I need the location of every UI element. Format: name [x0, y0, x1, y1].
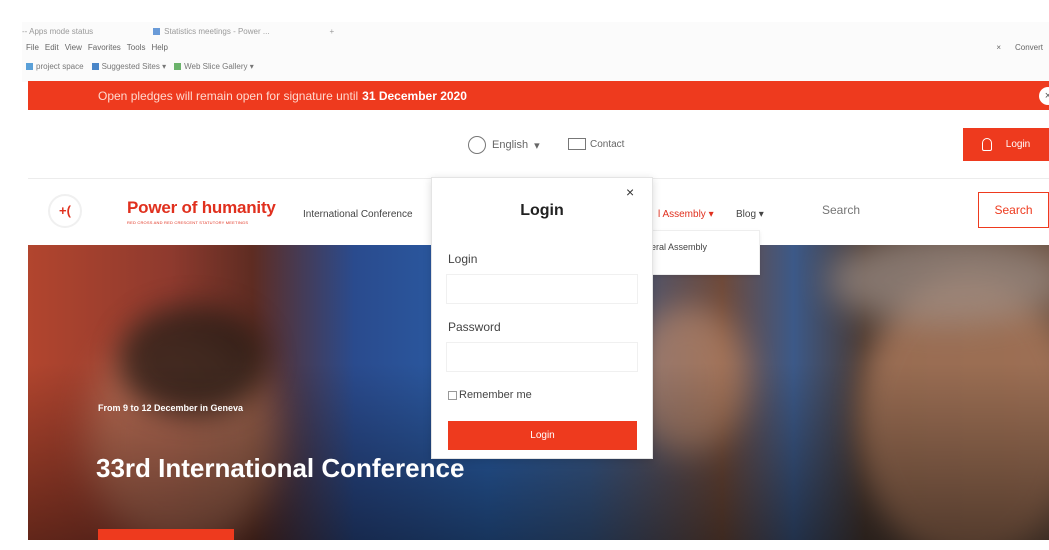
menu-view[interactable]: View — [65, 43, 82, 52]
nav-international-conference[interactable]: International Conference — [303, 209, 413, 220]
envelope-icon — [568, 138, 586, 150]
close-icon[interactable]: × — [626, 184, 634, 200]
favorite-label: Web Slice Gallery ▾ — [184, 62, 254, 71]
logo-emblem[interactable]: +( — [48, 194, 82, 228]
tab-label: Statistics meetings - Power ... — [164, 26, 270, 36]
login-label: Login — [1005, 139, 1031, 150]
user-icon — [981, 138, 992, 151]
page-icon — [91, 63, 99, 71]
browser-tabs: -- Apps mode status Statistics meetings … — [22, 24, 394, 38]
contact-label: Contact — [590, 138, 625, 150]
favorite-web-slice-gallery[interactable]: Web Slice Gallery ▾ — [174, 62, 254, 71]
favorite-project-space[interactable]: project space — [26, 62, 84, 71]
login-field-label: Login — [448, 252, 478, 266]
menu-favorites[interactable]: Favorites — [88, 43, 121, 52]
browser-tab[interactable]: -- Apps mode status — [22, 27, 93, 36]
close-icon[interactable]: × — [1039, 87, 1049, 105]
hero-dates: From 9 to 12 December in Geneva — [98, 403, 244, 413]
page-icon — [153, 27, 161, 35]
modal-title: Login — [520, 202, 564, 219]
browser-toolbar-right: × Convert — [996, 43, 1043, 52]
password-field[interactable] — [446, 342, 638, 372]
chevron-down-icon: ▾ — [534, 139, 540, 152]
dropdown-item-general-assembly[interactable]: eral Assembly — [651, 242, 707, 252]
hero-cta-button[interactable] — [98, 529, 234, 540]
login-modal: × Login Login Password Remember me Login — [431, 177, 653, 459]
language-label: English — [492, 139, 529, 151]
checkbox-icon — [448, 390, 457, 400]
banner-text: Open pledges will remain open for signat… — [98, 88, 359, 103]
slice-icon — [174, 63, 182, 71]
favorites-bar: project space Suggested Sites ▾ Web Slic… — [26, 62, 254, 71]
favorite-label: Suggested Sites ▾ — [101, 62, 167, 71]
general-assembly-dropdown: eral Assembly — [640, 230, 760, 275]
browser-chrome: -- Apps mode status Statistics meetings … — [22, 22, 1049, 82]
login-field[interactable] — [446, 274, 638, 304]
logo-subtitle: RED CROSS AND RED CRESCENT STATUTORY MEE… — [127, 220, 249, 225]
remember-me-checkbox[interactable]: Remember me — [448, 389, 532, 401]
login-submit-button[interactable]: Login — [448, 421, 637, 450]
browser-tab-active[interactable]: Statistics meetings - Power ... — [153, 26, 270, 36]
contact-link[interactable]: Contact — [568, 138, 624, 150]
convert-button[interactable]: Convert — [1015, 43, 1043, 52]
browser-menu-bar: File Edit View Favorites Tools Help — [26, 43, 168, 52]
search-button[interactable]: Search — [978, 192, 1049, 228]
remember-me-label: Remember me — [459, 389, 532, 401]
nav-blog[interactable]: Blog ▾ — [736, 209, 764, 220]
favorite-suggested-sites[interactable]: Suggested Sites ▾ — [91, 62, 167, 71]
pledge-banner: Open pledges will remain open for signat… — [28, 81, 1049, 110]
logo-title: Power of humanity — [127, 198, 276, 217]
nav-general-assembly[interactable]: l Assembly ▾ — [658, 209, 714, 220]
globe-icon — [468, 136, 486, 154]
favorite-label: project space — [36, 62, 84, 71]
close-find-button[interactable]: × — [996, 43, 1001, 52]
tab-label: -- Apps mode status — [22, 26, 94, 36]
menu-edit[interactable]: Edit — [45, 43, 59, 52]
menu-file[interactable]: File — [26, 43, 39, 52]
banner-date: 31 December 2020 — [362, 88, 467, 103]
language-selector[interactable]: English ▾ — [468, 136, 540, 154]
login-button[interactable]: Login — [963, 128, 1049, 161]
password-field-label: Password — [448, 320, 501, 334]
new-tab-button[interactable]: + — [330, 27, 335, 36]
menu-tools[interactable]: Tools — [127, 43, 146, 52]
search-input[interactable] — [818, 194, 968, 226]
site-logo[interactable]: Power of humanity RED CROSS AND RED CRES… — [127, 198, 276, 225]
menu-help[interactable]: Help — [151, 43, 167, 52]
hero-title: 33rd International Conference — [96, 453, 465, 483]
folder-icon — [26, 63, 33, 71]
